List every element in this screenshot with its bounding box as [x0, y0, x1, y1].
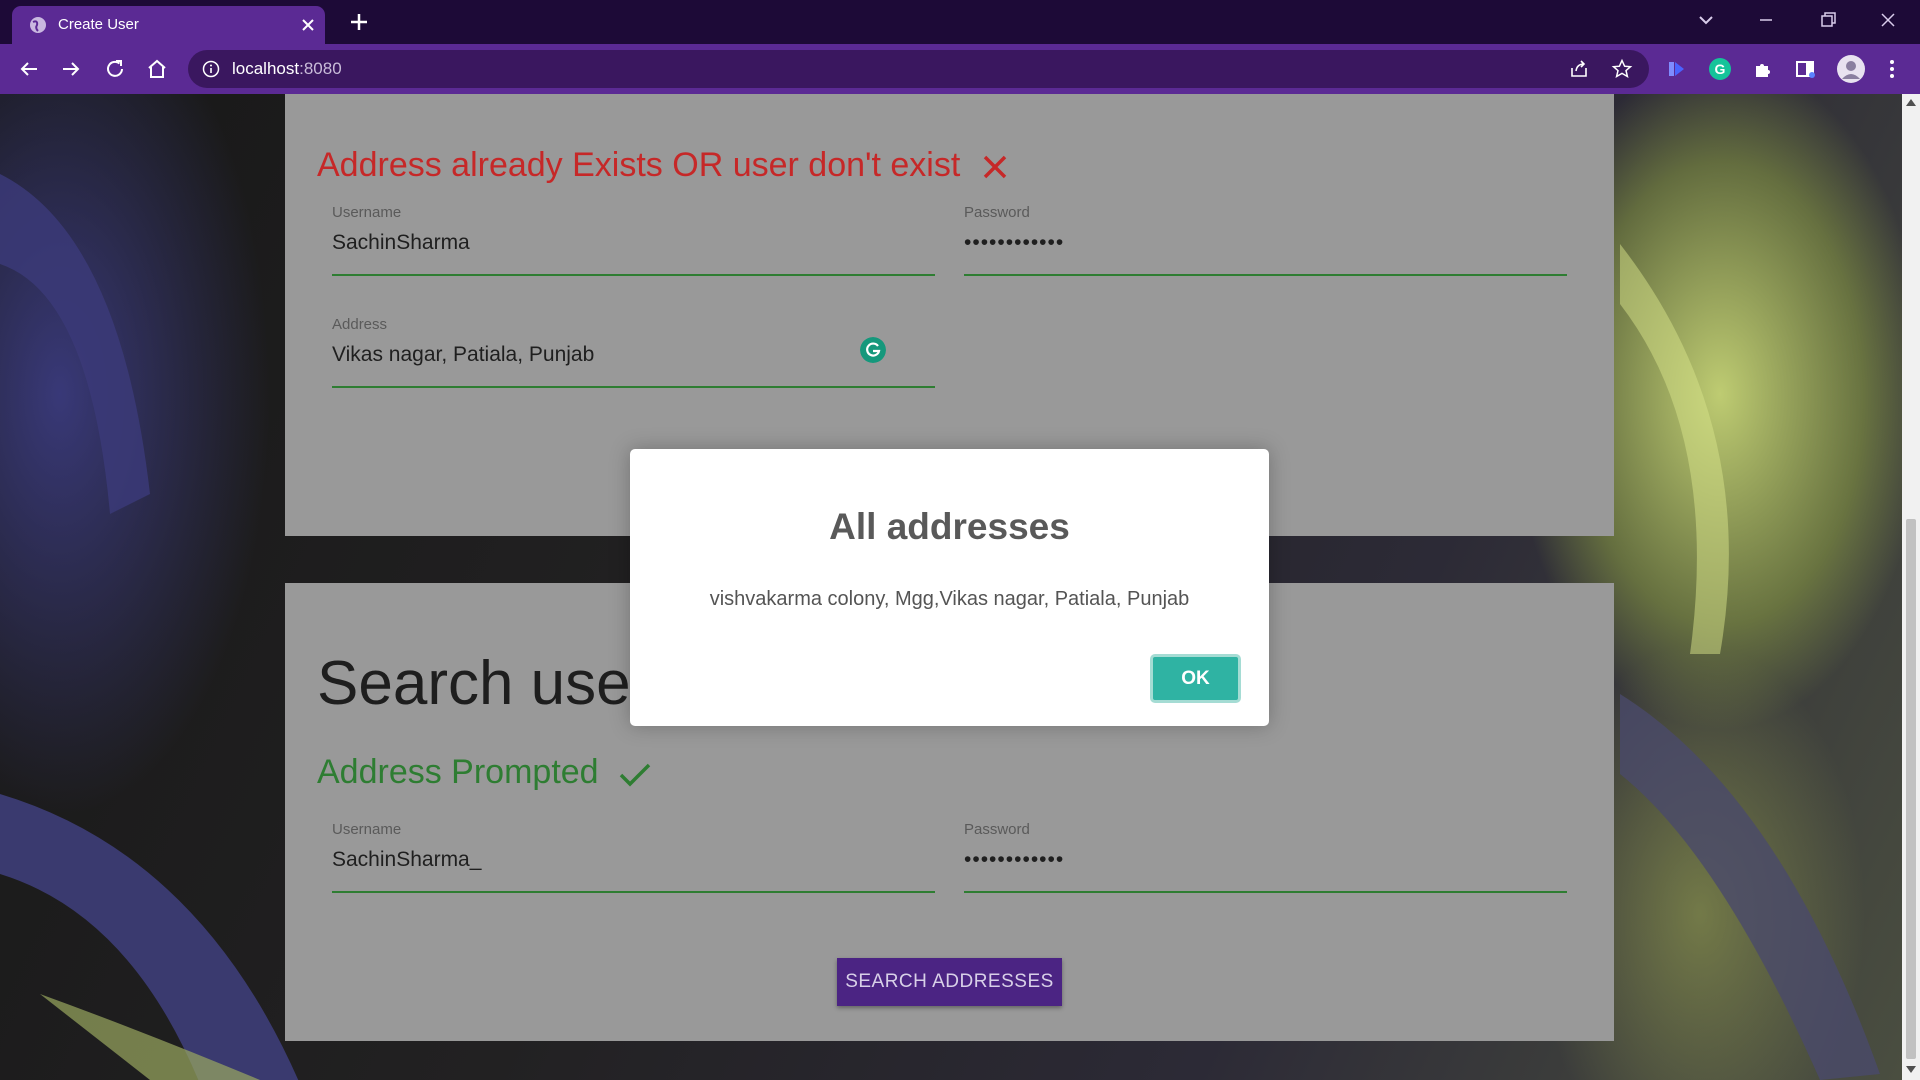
browser-toolbar: localhost:8080 G: [0, 44, 1920, 94]
all-addresses-modal: All addresses vishvakarma colony, Mgg,Vi…: [630, 449, 1269, 726]
forward-icon[interactable]: [59, 57, 83, 81]
search-password-input[interactable]: ••••••••••••: [964, 848, 1064, 872]
error-status-text: Address already Exists OR user don't exi…: [317, 146, 961, 184]
search-username-field[interactable]: Username SachinSharma_: [332, 821, 935, 893]
url-port: :8080: [299, 59, 342, 78]
grammarly-badge-icon[interactable]: [860, 337, 886, 363]
share-icon[interactable]: [1568, 58, 1590, 80]
profile-avatar-icon[interactable]: [1836, 54, 1866, 84]
menu-kebab-icon[interactable]: [1880, 57, 1904, 81]
success-status: Address Prompted: [317, 753, 652, 792]
error-status: Address already Exists OR user don't exi…: [317, 146, 1010, 185]
address-input[interactable]: Vikas nagar, Patiala, Punjab: [332, 343, 594, 367]
restore-icon[interactable]: [1816, 8, 1840, 32]
svg-text:G: G: [1715, 61, 1726, 77]
browser-tab[interactable]: Create User: [12, 6, 325, 44]
tab-search-chevron-icon[interactable]: [1694, 8, 1718, 32]
address-label: Address: [332, 316, 388, 333]
close-icon: [983, 155, 1007, 179]
modal-title: All addresses: [829, 506, 1070, 547]
search-password-label: Password: [964, 821, 1030, 838]
search-password-field[interactable]: Password ••••••••••••: [964, 821, 1567, 893]
scroll-up-arrow-icon[interactable]: [1906, 98, 1916, 106]
username-label: Username: [332, 204, 402, 221]
scrollbar-thumb[interactable]: [1906, 519, 1916, 1059]
reload-icon[interactable]: [103, 57, 127, 81]
site-info-icon[interactable]: [202, 60, 220, 78]
password-field[interactable]: Password ••••••••••••: [964, 204, 1567, 276]
tab-strip: Create User: [0, 0, 1920, 44]
url-host: localhost: [232, 59, 300, 78]
search-username-label: Username: [332, 821, 402, 838]
url-text[interactable]: localhost:8080: [232, 59, 342, 79]
back-icon[interactable]: [17, 57, 41, 81]
side-panel-icon[interactable]: [1793, 57, 1817, 81]
extensions-puzzle-icon[interactable]: [1751, 57, 1775, 81]
password-input[interactable]: ••••••••••••: [964, 231, 1064, 255]
minimize-icon[interactable]: [1754, 8, 1778, 32]
search-username-input[interactable]: SachinSharma_: [332, 848, 481, 872]
globe-icon: [30, 17, 46, 33]
success-status-text: Address Prompted: [317, 753, 599, 791]
search-user-title: Search user: [317, 649, 652, 718]
grammarly-extension-icon[interactable]: G: [1708, 57, 1732, 81]
modal-ok-button[interactable]: OK: [1150, 654, 1241, 703]
bookmark-star-icon[interactable]: [1611, 58, 1633, 80]
username-input[interactable]: SachinSharma: [332, 231, 470, 255]
password-label: Password: [964, 204, 1030, 221]
extension-media-icon[interactable]: [1664, 57, 1688, 81]
modal-text: vishvakarma colony, Mgg,Vikas nagar, Pat…: [709, 588, 1190, 610]
close-window-icon[interactable]: [1876, 8, 1900, 32]
username-field[interactable]: Username SachinSharma: [332, 204, 935, 276]
new-tab-icon[interactable]: [348, 11, 370, 33]
search-addresses-button[interactable]: SEARCH ADDRESSES: [837, 958, 1062, 1006]
close-tab-icon[interactable]: [300, 17, 316, 33]
address-field[interactable]: Address Vikas nagar, Patiala, Punjab: [332, 316, 935, 388]
scroll-down-arrow-icon[interactable]: [1906, 1066, 1916, 1074]
home-icon[interactable]: [145, 57, 169, 81]
page-scrollbar[interactable]: [1902, 94, 1920, 1080]
address-bar[interactable]: localhost:8080: [188, 50, 1649, 88]
tab-title: Create User: [58, 16, 139, 33]
check-icon: [619, 763, 651, 787]
